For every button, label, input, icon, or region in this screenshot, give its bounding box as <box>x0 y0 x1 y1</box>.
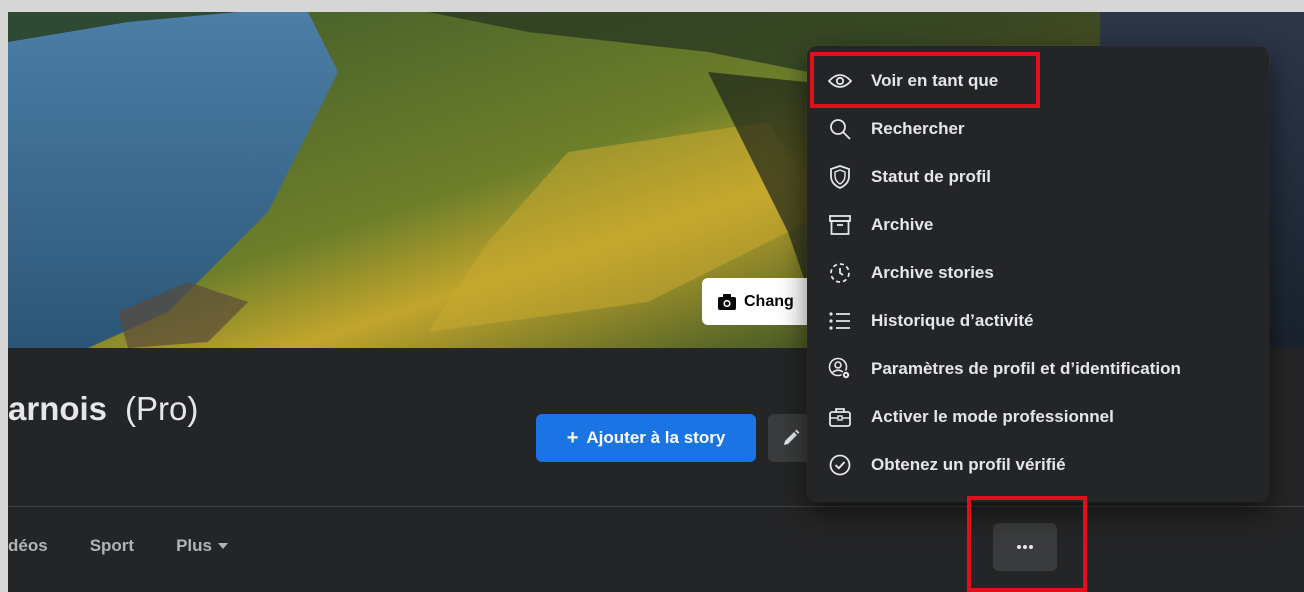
profile-options-menu: Voir en tant que Rechercher Statut de pr… <box>807 46 1269 502</box>
archive-box-icon <box>827 212 853 238</box>
caret-down-icon <box>217 543 228 549</box>
tab-label: Plus <box>176 536 212 555</box>
menu-item-professional-mode[interactable]: Activer le mode professionnel <box>807 393 1269 441</box>
change-cover-button[interactable]: Chang <box>702 278 812 325</box>
ellipsis-icon <box>1017 545 1033 549</box>
tab-sport[interactable]: Sport <box>69 528 155 564</box>
menu-item-label: Statut de profil <box>871 167 991 186</box>
menu-item-verified-profile[interactable]: Obtenez un profil vérifié <box>807 441 1269 489</box>
menu-item-activity-log[interactable]: Historique d’activité <box>807 297 1269 345</box>
pencil-icon <box>784 429 800 445</box>
menu-item-label: Paramètres de profil et d’identification <box>871 359 1181 378</box>
profile-name: arnois (Pro) <box>8 390 198 428</box>
profile-page: Chang arnois (Pro) + Ajouter à la story d… <box>8 12 1304 592</box>
eye-icon <box>827 68 853 94</box>
briefcase-icon <box>827 404 853 430</box>
profile-tabs: déos Sport Plus <box>8 528 249 564</box>
list-icon <box>827 308 853 334</box>
plus-icon: + <box>566 427 579 449</box>
menu-item-label: Archive stories <box>871 263 994 282</box>
profile-suffix: (Pro) <box>125 390 199 427</box>
menu-item-label: Obtenez un profil vérifié <box>871 455 1066 474</box>
menu-item-archive[interactable]: Archive <box>807 201 1269 249</box>
menu-item-search[interactable]: Rechercher <box>807 105 1269 153</box>
search-icon <box>827 116 853 142</box>
tab-videos[interactable]: déos <box>8 528 69 564</box>
tab-more[interactable]: Plus <box>155 528 249 564</box>
clock-history-icon <box>827 260 853 286</box>
tab-label: déos <box>8 536 48 555</box>
menu-item-archive-stories[interactable]: Archive stories <box>807 249 1269 297</box>
camera-icon <box>718 293 736 310</box>
more-options-button[interactable] <box>993 523 1057 571</box>
add-story-button[interactable]: + Ajouter à la story <box>536 414 756 462</box>
menu-item-profile-status[interactable]: Statut de profil <box>807 153 1269 201</box>
menu-item-label: Historique d’activité <box>871 311 1034 330</box>
user-gear-icon <box>827 356 853 382</box>
change-cover-label: Chang <box>744 292 794 310</box>
menu-item-view-as[interactable]: Voir en tant que <box>807 57 1269 105</box>
tabs-divider <box>8 506 1304 507</box>
menu-item-label: Activer le mode professionnel <box>871 407 1114 426</box>
menu-item-label: Rechercher <box>871 119 965 138</box>
profile-name-text: arnois <box>8 390 108 427</box>
menu-item-profile-settings[interactable]: Paramètres de profil et d’identification <box>807 345 1269 393</box>
shield-icon <box>827 164 853 190</box>
tab-label: Sport <box>89 536 135 555</box>
menu-item-label: Voir en tant que <box>871 71 999 90</box>
add-story-label: Ajouter à la story <box>586 428 726 447</box>
menu-item-label: Archive <box>871 215 934 234</box>
verified-check-icon <box>827 452 853 478</box>
